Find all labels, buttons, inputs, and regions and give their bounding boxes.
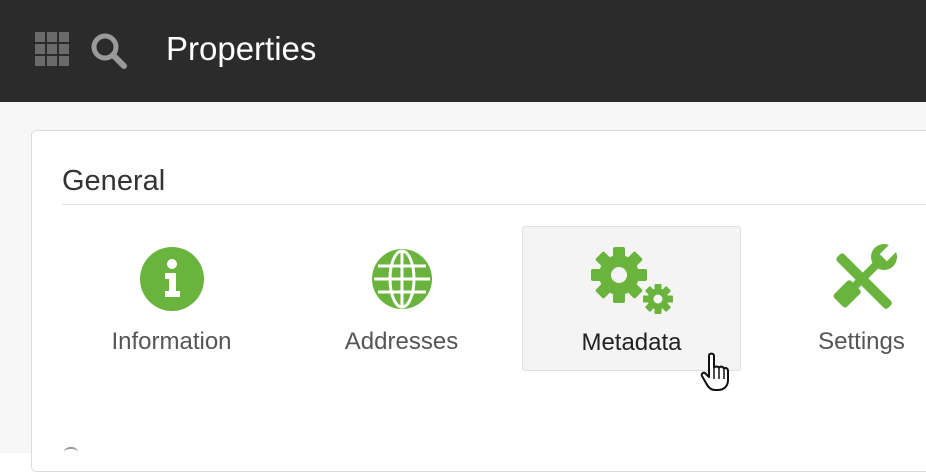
globe-icon (371, 249, 432, 309)
page-title: Properties (166, 30, 317, 67)
section-title: General (62, 165, 166, 197)
tile-information[interactable]: Information (62, 226, 281, 371)
tile-label: Settings (818, 328, 905, 355)
wrench-screwdriver-icon (833, 244, 897, 309)
search-icon[interactable] (89, 31, 129, 71)
top-bar: Properties (0, 0, 926, 102)
section-divider (62, 204, 926, 205)
tile-metadata[interactable]: Metadata (522, 226, 741, 371)
tile-settings[interactable]: Settings (752, 226, 926, 371)
hand-pointer-cursor-icon (700, 352, 729, 391)
tile-addresses[interactable]: Addresses (292, 226, 511, 371)
gears-icon (590, 247, 673, 314)
tile-label: Addresses (344, 328, 459, 355)
apps-grid-icon[interactable] (35, 32, 69, 66)
tile-label: Information (111, 328, 232, 355)
info-circle-icon (139, 247, 204, 311)
partial-next-section-glyph (64, 447, 78, 455)
